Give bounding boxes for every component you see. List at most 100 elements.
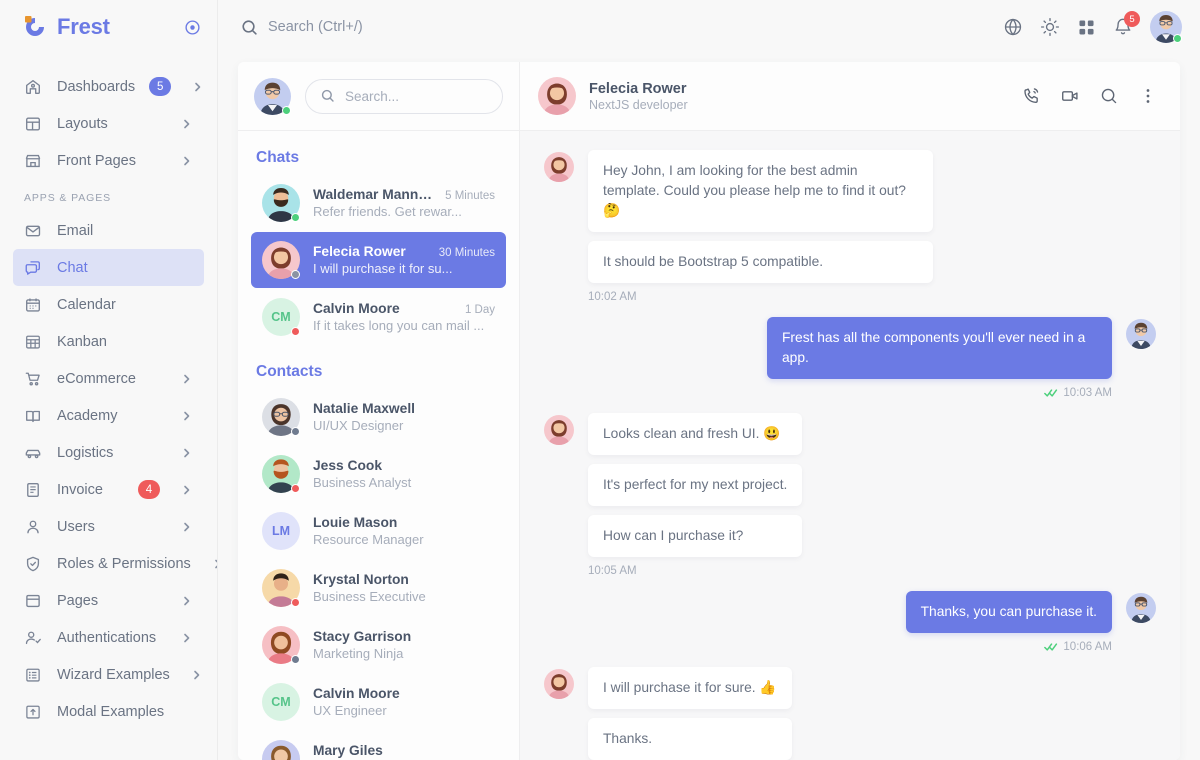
timestamp-text: 10:05 AM xyxy=(588,565,637,577)
message-timestamp: 10:06 AM xyxy=(906,641,1112,653)
sidebar-item-logistics[interactable]: Logistics xyxy=(13,434,204,471)
contact-list-item[interactable]: CM Calvin Moore UX Engineer xyxy=(251,674,506,730)
contact-item-role: Marketing Ninja xyxy=(313,646,404,661)
sidebar: Frest Dashboards 5 Layouts Front Pages A… xyxy=(0,0,218,760)
chat-search-placeholder: Search... xyxy=(345,88,400,104)
contact-list-item[interactable]: Krystal Norton Business Executive xyxy=(251,560,506,616)
search-icon xyxy=(320,88,336,104)
sidebar-item-authentications[interactable]: Authentications xyxy=(13,619,204,656)
chevron-right-icon xyxy=(181,373,193,385)
message-bubble: Thanks, you can purchase it. xyxy=(905,591,1112,633)
sidebar-item-layouts[interactable]: Layouts xyxy=(13,105,204,142)
phone-call-icon[interactable] xyxy=(1021,86,1041,106)
chevron-right-icon xyxy=(181,447,193,459)
current-user-avatar[interactable] xyxy=(254,77,291,115)
chevron-right-icon xyxy=(191,669,203,681)
avatar xyxy=(262,241,300,279)
chat-list-item[interactable]: CM Calvin Moore 1 Day If it takes long y… xyxy=(251,289,506,345)
sidebar-item-label: Academy xyxy=(57,407,118,424)
shopping-cart-icon xyxy=(24,370,43,388)
shield-check-icon xyxy=(24,555,43,573)
apps-grid-icon[interactable] xyxy=(1077,18,1096,37)
chat-search-input[interactable]: Search... xyxy=(305,78,503,114)
chat-sidebar-header: Search... xyxy=(238,62,519,131)
bell-icon[interactable]: 5 xyxy=(1113,11,1140,37)
chat-item-time: 5 Minutes xyxy=(445,190,495,202)
sidebar-item-label: Modal Examples xyxy=(57,703,165,720)
user-avatar[interactable] xyxy=(1150,11,1182,43)
sidebar-item-label: Layouts xyxy=(57,115,108,132)
user-check-icon xyxy=(24,629,43,647)
avatar-image xyxy=(262,740,300,760)
contact-list-item[interactable]: Natalie Maxwell UI/UX Designer xyxy=(251,389,506,445)
timestamp-text: 10:06 AM xyxy=(1063,641,1112,653)
sidebar-item-users[interactable]: Users xyxy=(13,508,204,545)
contact-list-item[interactable]: Mary Giles Account Department xyxy=(251,731,506,760)
contact-item-meta: Stacy Garrison Marketing Ninja xyxy=(313,629,495,661)
avatar xyxy=(262,398,300,436)
sidebar-item-pages[interactable]: Pages xyxy=(13,582,204,619)
conversation-contact-info: Felecia Rower NextJS developer xyxy=(589,81,1008,112)
book-open-icon xyxy=(24,407,43,425)
sidebar-item-email[interactable]: Email xyxy=(13,212,204,249)
contact-item-name: Calvin Moore xyxy=(313,686,400,701)
sidebar-item-chat[interactable]: Chat xyxy=(13,249,204,286)
chat-item-preview: Refer friends. Get rewar... xyxy=(313,204,462,219)
contact-item-name: Natalie Maxwell xyxy=(313,401,415,416)
message-bubble: Hey John, I am looking for the best admi… xyxy=(588,150,933,232)
conversation-actions xyxy=(1021,86,1158,106)
avatar-image xyxy=(544,415,574,445)
avatar-image xyxy=(544,152,574,182)
contact-list-item[interactable]: LM Louie Mason Resource Manager xyxy=(251,503,506,559)
sidebar-item-roles-permissions[interactable]: Roles & Permissions xyxy=(13,545,217,582)
message-group: I will purchase it for sure. 👍 Thanks. 1… xyxy=(544,667,1156,760)
sidebar-item-calendar[interactable]: Calendar xyxy=(13,286,204,323)
contact-list-item[interactable]: Stacy Garrison Marketing Ninja xyxy=(251,617,506,673)
chat-list-item-selected[interactable]: Felecia Rower 30 Minutes I will purchase… xyxy=(251,232,506,288)
sidebar-item-wizard-examples[interactable]: Wizard Examples xyxy=(13,656,204,693)
sidebar-item-label: Kanban xyxy=(57,333,107,350)
global-search[interactable]: Search (Ctrl+/) xyxy=(240,18,993,37)
invoice-badge: 4 xyxy=(138,480,160,499)
message-avatar xyxy=(544,152,574,182)
contact-item-meta: Mary Giles Account Department xyxy=(313,743,495,760)
truck-icon xyxy=(24,444,43,462)
sidebar-item-invoice[interactable]: Invoice 4 xyxy=(13,471,204,508)
contact-item-name: Stacy Garrison xyxy=(313,629,412,644)
sun-icon[interactable] xyxy=(1040,17,1060,37)
contact-list-item[interactable]: Jess Cook Business Analyst xyxy=(251,446,506,502)
sidebar-item-academy[interactable]: Academy xyxy=(13,397,204,434)
sidebar-item-front-pages[interactable]: Front Pages xyxy=(13,142,204,179)
search-icon[interactable] xyxy=(1099,86,1119,106)
contact-item-role: UI/UX Designer xyxy=(313,418,404,433)
status-dot xyxy=(291,270,300,279)
video-camera-icon[interactable] xyxy=(1060,86,1080,106)
contact-item-name: Krystal Norton xyxy=(313,572,409,587)
message-list[interactable]: Hey John, I am looking for the best admi… xyxy=(520,131,1180,760)
chevron-right-icon xyxy=(181,484,193,496)
message-bubble: Looks clean and fresh UI. 😃 xyxy=(588,413,803,455)
avatar-image xyxy=(1126,319,1156,349)
sidebar-item-modal-examples[interactable]: Modal Examples xyxy=(13,693,204,730)
contact-item-meta: Calvin Moore UX Engineer xyxy=(313,686,495,718)
brand-name: Frest xyxy=(57,14,110,39)
chat-list-item[interactable]: Waldemar Mannering 5 Minutes Refer frien… xyxy=(251,175,506,231)
invoice-icon xyxy=(24,481,43,499)
chat-item-time: 30 Minutes xyxy=(438,247,495,259)
conversation-avatar[interactable] xyxy=(538,77,576,115)
sidebar-item-label: Wizard Examples xyxy=(57,666,170,683)
chevron-right-icon xyxy=(192,81,204,93)
avatar xyxy=(262,626,300,664)
chat-item-meta: Calvin Moore 1 Day If it takes long you … xyxy=(313,301,495,333)
main-column: Search (Ctrl+/) 5 Search... Chats Waldem… xyxy=(218,0,1200,760)
message-avatar xyxy=(544,669,574,699)
status-dot xyxy=(282,105,291,115)
chat-sidebar-body[interactable]: Chats Waldemar Manneri 5 Minutes Refer f… xyxy=(238,131,519,760)
globe-icon[interactable] xyxy=(1003,17,1023,37)
sidebar-item-kanban[interactable]: Kanban xyxy=(13,323,204,360)
pin-circle-icon[interactable] xyxy=(184,19,201,36)
sidebar-item-ecommerce[interactable]: eCommerce xyxy=(13,360,204,397)
more-vertical-icon[interactable] xyxy=(1138,86,1158,106)
chat-item-time: 1 Day xyxy=(464,304,495,316)
sidebar-item-dashboards[interactable]: Dashboards 5 xyxy=(13,68,204,105)
